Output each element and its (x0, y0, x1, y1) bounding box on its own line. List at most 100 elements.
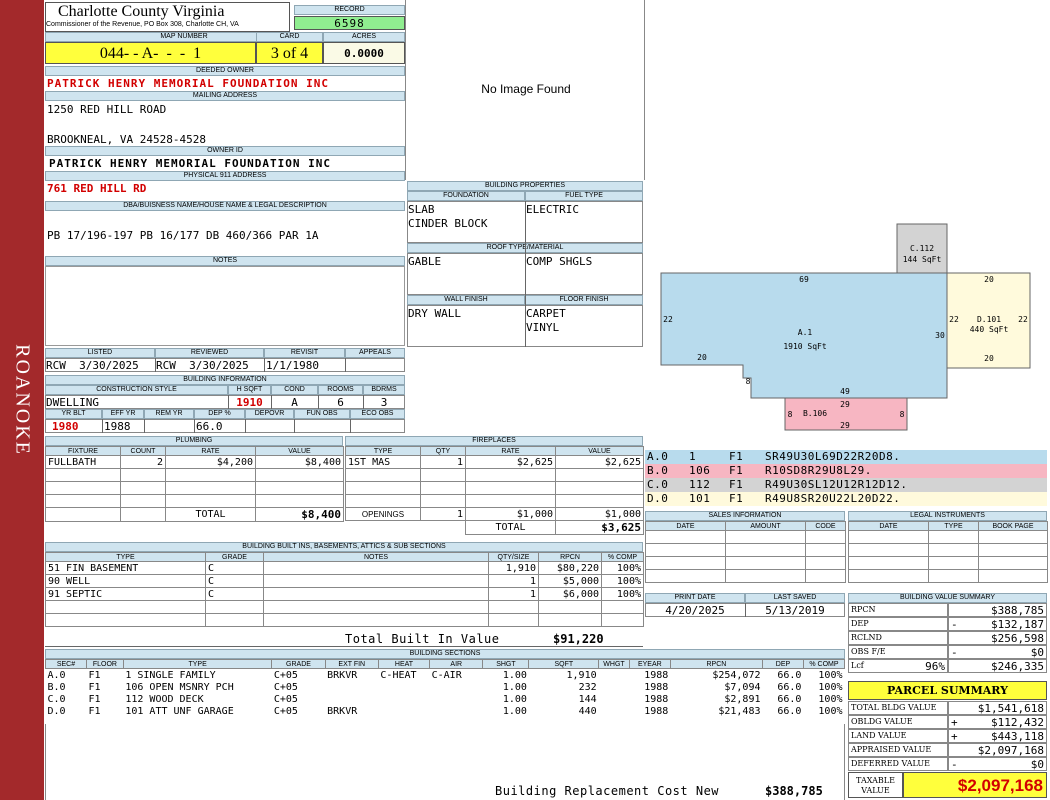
section-cell (599, 705, 630, 717)
built-in-total-rule (45, 646, 643, 647)
info-divider-10 (350, 419, 351, 433)
summary-value: $1,541,618 (948, 701, 1047, 715)
table-row: FULLBATH 2 $4,200 $8,400 (45, 455, 344, 469)
fireplace-header-value: VALUE (555, 446, 644, 456)
plumbing-fixture: FULLBATH (45, 455, 121, 469)
section-cell (599, 669, 630, 682)
built-in-grade: C (205, 574, 264, 588)
vector-sec: C.0 (647, 478, 669, 491)
construction-style: DWELLING (46, 396, 99, 409)
summary-value: $0 (948, 757, 1047, 771)
section-cell (599, 681, 630, 693)
fireplaces-title: FIREPLACES (345, 436, 643, 446)
table-row (848, 556, 1048, 570)
sections-header-12: DEP (762, 659, 804, 669)
taxable-label-2: VALUE (861, 786, 890, 795)
taxable-label-1: TAXABLE (856, 776, 895, 785)
vector-fl: F1 (729, 464, 744, 477)
section-cell: 1988 (644, 681, 669, 693)
sections-header-13: % COMP (802, 659, 846, 669)
summary-sign: - (951, 758, 958, 771)
built-in-rpcn: $80,220 (538, 561, 602, 575)
sketch-vector-row: B.0 106 F1 R10SD8R29U8L29. (645, 464, 1047, 478)
section-cell: $21,483 (718, 705, 761, 717)
section-cell: C-HEAT (380, 669, 417, 681)
section-cell: C+05 (273, 693, 298, 705)
plumbing-total-label: TOTAL (165, 507, 256, 522)
section-cell: 1,910 (566, 669, 597, 681)
section-cell: F1 (88, 681, 101, 693)
sections-header-4: EXT FIN (324, 659, 379, 669)
physical-address-label: PHYSICAL 911 ADDRESS (45, 171, 405, 181)
summary-label: DEP (848, 617, 948, 631)
built-in-rpcn: $5,000 (538, 574, 602, 588)
table-row (345, 494, 644, 508)
dim-a-right: 30 (935, 331, 945, 340)
section-cell: 66.0 (777, 693, 802, 705)
last-saved-label: LAST SAVED (745, 593, 845, 603)
built-in-grade: C (205, 587, 264, 601)
vector-vec: R10SD8R29U8L29. (765, 464, 872, 477)
summary-label: TOTAL BLDG VALUE (848, 701, 948, 715)
sections-header-1: FLOOR (85, 659, 124, 669)
section-cell: 66.0 (777, 669, 802, 681)
revisit-value: 1/1/1980 (266, 359, 319, 372)
reviewed-label: REVIEWED (155, 348, 264, 358)
sections-header-9: WHGT (598, 659, 630, 669)
mailing-line-2: BROOKNEAL, VA 24528-4528 (47, 133, 206, 146)
section-cell: 100% (818, 669, 843, 681)
summary-label: RCLND (848, 631, 948, 645)
review-divider-1 (155, 358, 156, 372)
table-row: B.0 F1 106 OPEN MSNRY PCH C+05 1.00 232 1988 $7… (46, 681, 845, 693)
built-ins-header-grade: GRADE (205, 552, 264, 562)
section-cell: C+05 (273, 669, 298, 681)
sketch-area-d: 440 SqFt (970, 325, 1009, 334)
table-row: 51 FIN BASEMENT C 1,910 $80,220 100% (45, 561, 644, 575)
built-in-type: 51 FIN BASEMENT (45, 561, 206, 575)
sketch-area-a: 1910 SqFt (783, 342, 827, 351)
sections-header-11: RPCN (669, 659, 764, 669)
section-cell: BRKVR (327, 705, 358, 717)
section-cell: 1.00 (502, 681, 527, 693)
built-in-type: 91 SEPTIC (45, 587, 206, 601)
dim-a-left: 22 (663, 315, 673, 324)
revisit-label: REVISIT (264, 348, 345, 358)
roof-material: COMP SHGLS (526, 255, 593, 268)
table-row (45, 494, 344, 508)
fireplace-rate: $2,625 (465, 455, 556, 469)
summary-label: RPCN (848, 603, 948, 617)
sketch-label-c: C.112 (910, 244, 934, 253)
table-row (45, 481, 344, 495)
legal-title: LEGAL INSTRUMENTS (848, 511, 1047, 521)
dba-label: DBA/BUISNESS NAME/HOUSE NAME & LEGAL DES… (45, 201, 405, 211)
section-cell: 101 ATT UNF GARAGE (125, 705, 234, 717)
openings-qty: 1 (420, 507, 466, 521)
cond-label: COND (271, 385, 318, 395)
built-ins-header-rpcn: RPCN (538, 552, 602, 562)
section-cell: C+05 (273, 705, 298, 717)
vector-fl: F1 (729, 492, 744, 505)
summary-label: LAND VALUE (848, 729, 948, 743)
info-divider-9 (294, 419, 295, 433)
notes-area[interactable] (45, 266, 405, 346)
built-in-grade: C (205, 561, 264, 575)
reviewed-value: RCW 3/30/2025 (156, 359, 249, 372)
deeded-owner-label: DEEDED OWNER (45, 66, 405, 76)
plumbing-total: $8,400 (255, 507, 344, 522)
summary-percent: 96% (925, 660, 945, 673)
sections-header-5: HEAT (377, 659, 431, 669)
section-cell: 232 (578, 681, 597, 693)
sketch-label-a: A.1 (798, 328, 813, 337)
summary-value: $132,187 (948, 617, 1047, 631)
bedrooms: 3 (380, 396, 388, 409)
built-in-total-label: Total Built In Value (345, 632, 500, 646)
card-label: CARD (256, 32, 323, 42)
brcn-value: $388,785 (765, 784, 823, 798)
built-ins-title: BUILDING BUILT INS, BASEMENTS, ATTICS & … (45, 542, 643, 552)
plumbing-rate: $4,200 (165, 455, 256, 469)
summary-sign: + (951, 716, 958, 729)
listed-label: LISTED (45, 348, 155, 358)
photo-area: No Image Found (405, 0, 645, 180)
section-cell: C-AIR (431, 669, 462, 681)
depreciation: 66.0 (196, 420, 223, 433)
